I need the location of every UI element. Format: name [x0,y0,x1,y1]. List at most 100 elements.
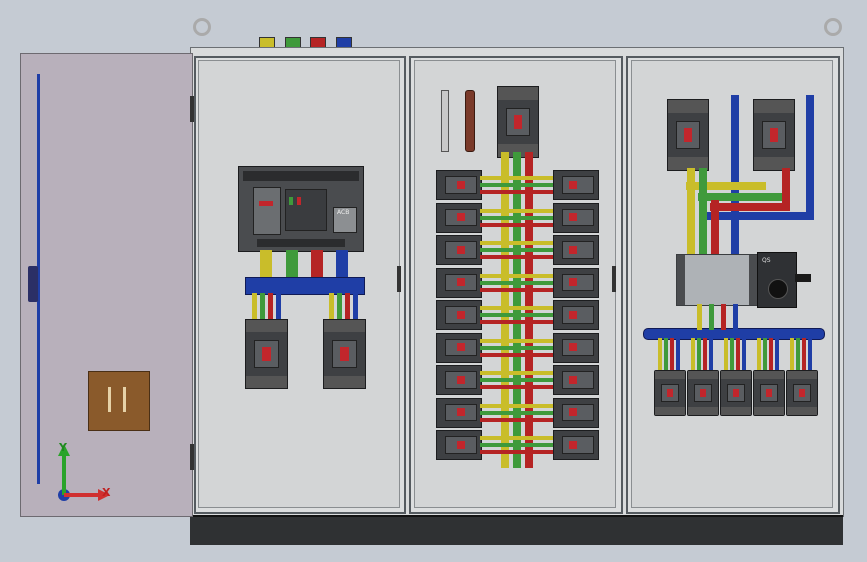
drop-l1-a [252,293,257,321]
right-drop-4-1 [757,338,761,372]
branch-link-3-3 [480,255,553,259]
right-drop-4-4 [775,338,779,372]
right-drop-2-4 [709,338,713,372]
branch-link-6-1 [480,338,553,343]
right-drop-l3 [711,200,719,254]
branch-breaker-left-5[interactable] [436,300,482,330]
right-drop-3-1 [724,338,728,372]
right-drop-4-3 [769,338,773,372]
drop-l2-b [337,293,342,321]
switch-out-l3 [721,304,726,330]
branch-breaker-left-2[interactable] [436,202,482,233]
branch-link-7-3 [480,385,553,389]
branch-breaker-left-9[interactable] [436,430,482,460]
lifting-eye-right [824,18,842,36]
branch-link-9-3 [480,450,553,454]
branch-link-4-3 [480,287,553,292]
air-circuit-breaker[interactable]: ACB [238,166,364,252]
branch-breaker-right-2[interactable] [553,202,599,233]
load-switch[interactable] [676,254,758,306]
right-drop-2-3 [703,338,707,372]
outgoing-breaker-left-b[interactable] [323,319,366,389]
branch-link-2-2 [480,215,553,220]
branch-link-5-3 [480,320,553,324]
right-outgoing-breaker-1[interactable] [654,370,686,416]
branch-breaker-right-7[interactable] [553,365,599,395]
branch-link-8-1 [480,403,553,408]
right-drop-2-2 [697,338,701,372]
branch-link-7-2 [480,378,553,382]
right-drop-4-2 [763,338,767,372]
right-drop-2-1 [691,338,695,372]
branch-breaker-right-3[interactable] [553,235,599,265]
document-pocket [88,371,150,431]
branch-breaker-right-8[interactable] [553,397,599,428]
branch-link-5-1 [480,306,553,310]
right-drop-l2 [699,168,707,254]
right-outgoing-breaker-3[interactable] [720,370,752,416]
branch-link-8-2 [480,410,553,415]
branch-link-1-1 [480,176,553,180]
branch-breaker-right-4[interactable] [553,267,599,298]
right-outgoing-breaker-4[interactable] [753,370,785,416]
right-busbar-l3-v [782,168,790,208]
acb-label: ACB [337,209,350,216]
branch-breaker-left-3[interactable] [436,235,482,265]
branch-link-4-2 [480,280,553,285]
right-drop-1-1 [658,338,662,372]
branch-breaker-right-9[interactable] [553,430,599,460]
branch-link-7-1 [480,371,553,375]
right-outgoing-breaker-2[interactable] [687,370,719,416]
incoming-breaker-right-a[interactable] [667,99,709,171]
switch-out-n [733,304,738,330]
branch-link-6-3 [480,352,553,357]
axis-x-label: X [102,486,111,499]
branch-link-9-1 [480,436,553,440]
right-outgoing-breaker-5[interactable] [786,370,818,416]
branch-link-2-3 [480,222,553,227]
hinge-left-1 [190,96,194,122]
branch-breaker-right-6[interactable] [553,332,599,363]
right-drop-5-1 [790,338,794,372]
incoming-breaker-right-b[interactable] [753,99,795,171]
branch-breaker-left-6[interactable] [436,332,482,363]
branch-breaker-left-7[interactable] [436,365,482,395]
hinge-left-2 [190,444,194,470]
door-handle[interactable] [28,266,38,302]
acb-busbar-l1 [260,250,272,278]
right-drop-3-3 [736,338,740,372]
drop-l2-a [260,293,265,321]
switch-out-l2 [709,304,714,330]
branch-link-5-2 [480,313,553,317]
branch-breaker-left-1[interactable] [436,170,482,200]
switch-handle[interactable] [795,274,811,282]
right-drop-3-4 [742,338,746,372]
right-drop-5-4 [808,338,812,372]
middle-main-breaker[interactable] [497,86,539,158]
acb-busbar-l3 [311,250,323,278]
right-drop-3-2 [730,338,734,372]
switch-label: QS [762,257,771,264]
hinge-mid-left [397,266,401,292]
axis-y-label: Y [59,441,67,454]
acb-busbar-l2 [286,250,298,278]
lifting-eye-left [193,18,211,36]
switch-out-l1 [697,304,702,330]
branch-link-2-1 [480,208,553,213]
branch-link-3-1 [480,241,553,245]
branch-breaker-left-8[interactable] [436,397,482,428]
drop-n-b [353,293,358,321]
branch-breaker-right-1[interactable] [553,170,599,200]
branch-link-9-2 [480,443,553,447]
neutral-bar [465,90,475,152]
right-vertical-busbar-n-b [806,95,814,215]
branch-link-3-2 [480,248,553,252]
branch-breaker-right-5[interactable] [553,300,599,330]
switch-operator[interactable]: QS [757,252,797,308]
outgoing-breaker-left-a[interactable] [245,319,288,389]
branch-breaker-left-4[interactable] [436,267,482,298]
cabinet-plinth [190,515,843,545]
branch-link-4-1 [480,273,553,278]
right-drop-5-2 [796,338,800,372]
terminal-strip [441,90,449,152]
